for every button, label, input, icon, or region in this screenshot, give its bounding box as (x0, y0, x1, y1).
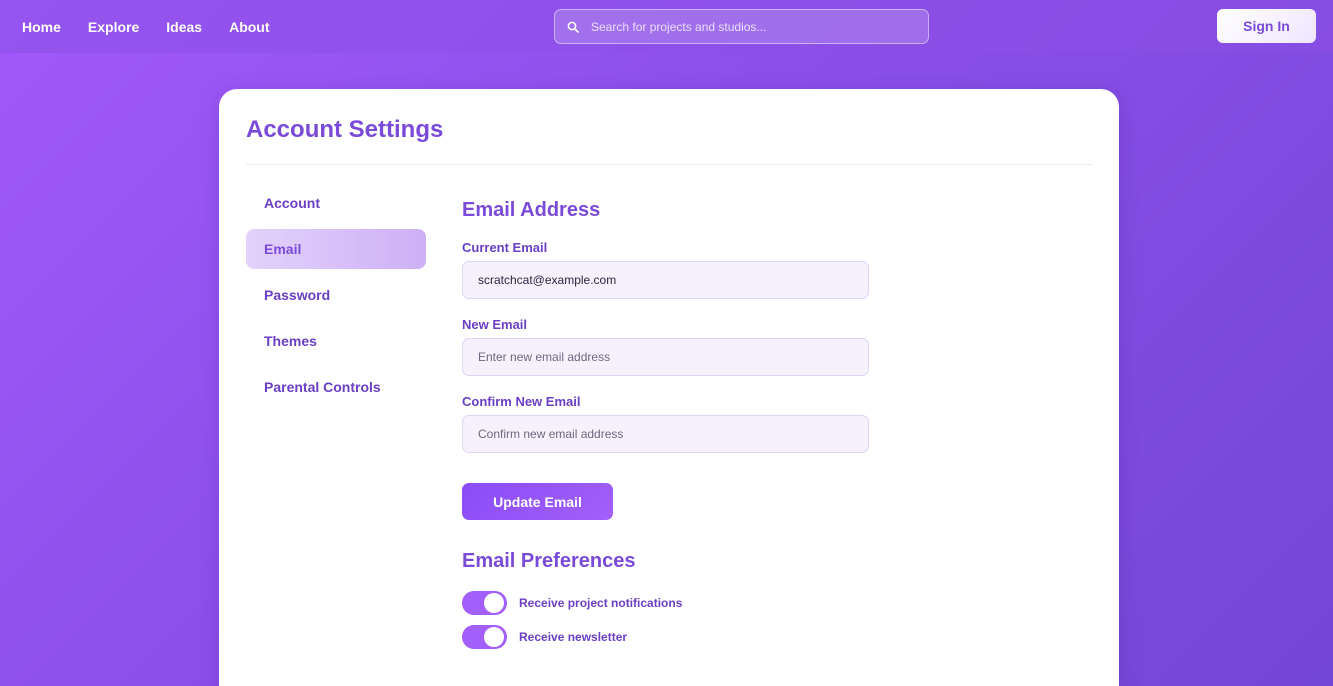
search-input[interactable] (591, 19, 911, 34)
current-email-field[interactable] (462, 261, 869, 299)
sidebar-item-account[interactable]: Account (246, 183, 426, 223)
project-notifications-row: Receive project notifications (462, 591, 882, 615)
title-divider (246, 164, 1092, 165)
nav-home-link[interactable]: Home (22, 19, 61, 35)
page-title: Account Settings (246, 116, 444, 143)
top-navigation-bar: Home Explore Ideas About Sign In (0, 0, 1333, 53)
toggle-knob (484, 593, 504, 613)
update-email-button[interactable]: Update Email (462, 483, 613, 520)
project-notifications-label: Receive project notifications (519, 596, 683, 610)
project-notifications-toggle[interactable] (462, 591, 507, 615)
email-address-heading: Email Address (462, 199, 601, 221)
newsletter-row: Receive newsletter (462, 625, 882, 649)
current-email-label: Current Email (462, 240, 548, 255)
sign-in-button[interactable]: Sign In (1217, 9, 1316, 43)
settings-card: Account Settings Account Email Password … (219, 89, 1119, 686)
nav-ideas-link[interactable]: Ideas (166, 19, 202, 35)
email-settings-panel: Email Address Current Email New Email Co… (462, 199, 882, 649)
search-icon (555, 21, 591, 33)
sidebar-item-parental-controls[interactable]: Parental Controls (246, 367, 426, 407)
email-preferences-heading: Email Preferences (462, 550, 636, 572)
sidebar-item-password[interactable]: Password (246, 275, 426, 315)
sidebar-item-email[interactable]: Email (246, 229, 426, 269)
main-nav: Home Explore Ideas About (22, 0, 297, 53)
nav-explore-link[interactable]: Explore (88, 19, 139, 35)
confirm-email-field[interactable] (462, 415, 869, 453)
newsletter-toggle[interactable] (462, 625, 507, 649)
toggle-knob (484, 627, 504, 647)
confirm-email-label: Confirm New Email (462, 394, 581, 409)
settings-sidebar: Account Email Password Themes Parental C… (246, 183, 426, 413)
new-email-label: New Email (462, 317, 528, 332)
newsletter-label: Receive newsletter (519, 630, 628, 644)
new-email-field[interactable] (462, 338, 869, 376)
search-box[interactable] (554, 9, 929, 44)
nav-about-link[interactable]: About (229, 19, 269, 35)
sidebar-item-themes[interactable]: Themes (246, 321, 426, 361)
